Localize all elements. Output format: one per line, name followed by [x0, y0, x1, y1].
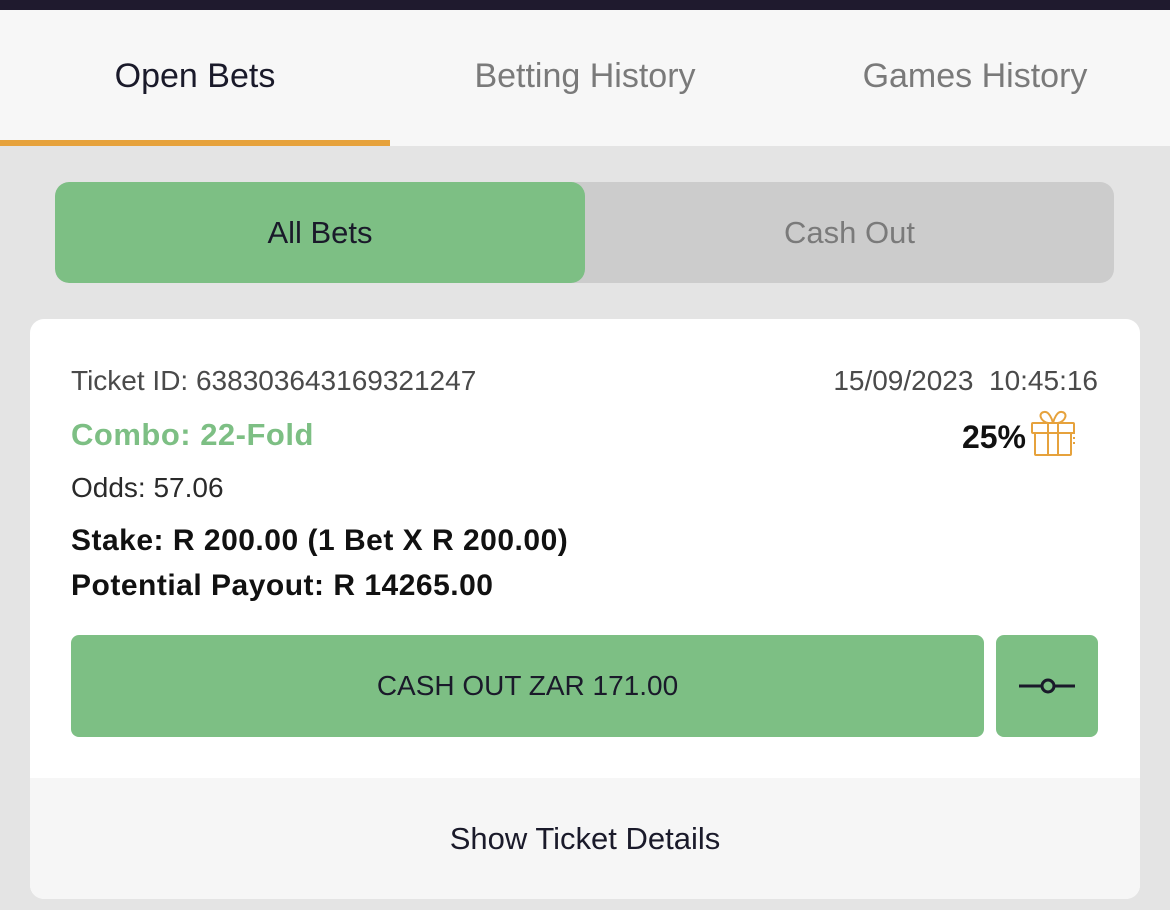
tab-games-history-label: Games History	[862, 56, 1088, 95]
bet-ticket-card: Ticket ID: 638303643169321247 15/09/2023…	[30, 319, 1140, 899]
combo-type: Combo: 22-Fold	[71, 417, 314, 452]
ticket-id: Ticket ID: 638303643169321247	[71, 365, 477, 396]
all-bets-button[interactable]: All Bets	[55, 182, 585, 283]
bets-tab-bar: Open Bets Betting History Games History	[0, 10, 1170, 146]
bonus-percent: 25%	[961, 418, 1026, 455]
slider-icon	[1019, 678, 1075, 694]
show-ticket-details-button[interactable]: Show Ticket Details	[30, 778, 1140, 899]
bonus-badge[interactable]: 25%	[961, 410, 1080, 463]
cash-out-filter-button[interactable]: Cash Out	[585, 182, 1114, 283]
tab-betting-history[interactable]: Betting History	[390, 10, 780, 146]
tab-open-bets[interactable]: Open Bets	[0, 10, 390, 146]
tab-open-bets-label: Open Bets	[114, 56, 276, 95]
potential-payout: Potential Payout: R 14265.00	[71, 569, 494, 602]
gift-icon	[1031, 410, 1075, 456]
tab-betting-history-label: Betting History	[474, 56, 696, 95]
ticket-datetime: 15/09/2023 10:45:16	[833, 365, 1098, 396]
partial-cashout-button[interactable]	[996, 635, 1098, 737]
tab-games-history[interactable]: Games History	[780, 10, 1170, 146]
bet-filter-segment: All Bets Cash Out	[55, 182, 1114, 283]
stake-value: Stake: R 200.00 (1 Bet X R 200.00)	[71, 524, 569, 557]
odds-value: Odds: 57.06	[71, 472, 224, 503]
active-tab-indicator	[0, 140, 390, 146]
cash-out-button[interactable]: CASH OUT ZAR 171.00	[71, 635, 984, 737]
top-bar	[0, 0, 1170, 10]
